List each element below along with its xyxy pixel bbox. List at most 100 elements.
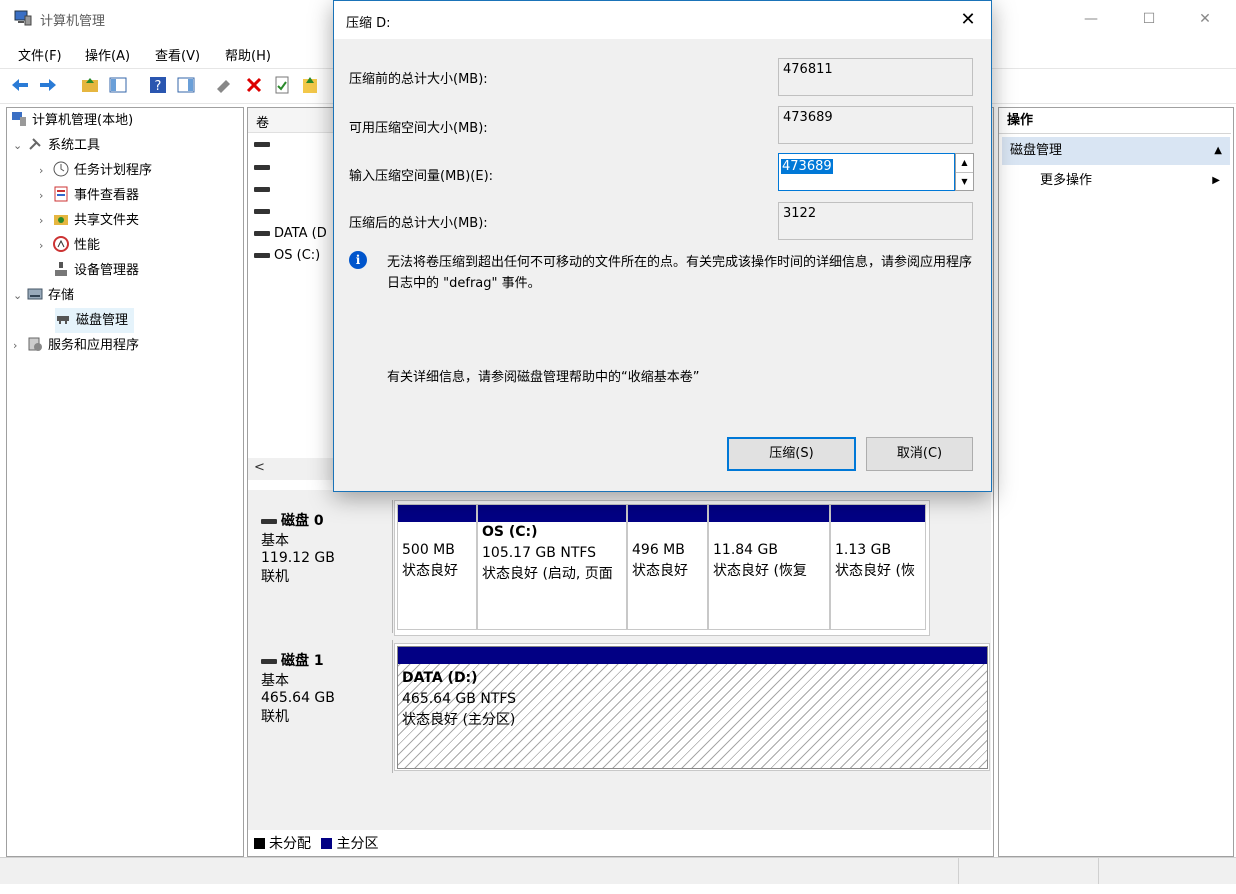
volume-row[interactable] xyxy=(254,182,274,197)
disk-size: 119.12 GB xyxy=(261,550,335,566)
disk-title: 磁盘 1 xyxy=(261,650,392,670)
volume-row[interactable]: OS (C:) xyxy=(254,248,320,263)
shrink-amount-input[interactable]: 473689 xyxy=(778,153,955,191)
spin-up-icon[interactable]: ▲ xyxy=(956,154,973,173)
menu-action[interactable]: 操作(A) xyxy=(85,45,130,64)
dialog-title: 压缩 D: xyxy=(346,16,391,31)
more-actions-label: 更多操作 xyxy=(1040,173,1093,188)
chevron-down-icon[interactable]: ⌄ xyxy=(13,133,27,158)
disk-management-icon xyxy=(57,316,69,324)
tools-icon xyxy=(29,138,41,150)
export-icon[interactable] xyxy=(300,75,320,95)
menu-file[interactable]: 文件(F) xyxy=(18,45,62,64)
partition-title: DATA (D:) xyxy=(402,670,478,686)
tree-item-root[interactable]: 计算机管理(本地) xyxy=(11,108,133,133)
dialog-close-button[interactable]: ✕ xyxy=(953,6,983,34)
volume-row[interactable] xyxy=(254,160,274,175)
volume-name: DATA (D xyxy=(274,226,327,241)
partition-block[interactable]: 496 MB 状态良好 xyxy=(627,504,708,630)
chevron-right-icon[interactable]: › xyxy=(39,183,53,208)
shared-folder-icon xyxy=(54,215,68,225)
total-before-label: 压缩前的总计大小(MB): xyxy=(349,72,488,87)
menu-help[interactable]: 帮助(H) xyxy=(225,45,271,64)
forward-arrow-icon[interactable] xyxy=(38,75,58,95)
total-before-field: 476811 xyxy=(778,58,973,96)
disk-0-label[interactable]: 磁盘 0 基本 119.12 GB 联机 xyxy=(249,500,393,633)
partition-block[interactable]: 11.84 GB 状态良好 (恢复 xyxy=(708,504,830,630)
properties-icon[interactable] xyxy=(272,75,292,95)
partition-size: 496 MB xyxy=(632,542,685,558)
tree-item-task-scheduler[interactable]: › 任务计划程序 xyxy=(39,158,152,183)
partition-bar xyxy=(398,647,987,664)
cancel-button[interactable]: 取消(C) xyxy=(866,437,973,471)
help-icon[interactable]: ? xyxy=(148,75,168,95)
actions-section-disk-management[interactable]: 磁盘管理 ▲ xyxy=(1002,137,1230,165)
disk-name: 磁盘 0 xyxy=(281,513,324,529)
event-viewer-icon xyxy=(54,186,68,202)
chevron-down-icon[interactable]: ⌄ xyxy=(13,283,27,308)
dialog-title-bar: 压缩 D: ✕ xyxy=(334,1,991,39)
disk-name: 磁盘 1 xyxy=(281,653,324,669)
partition-bar xyxy=(831,505,925,522)
more-actions-item[interactable]: 更多操作 ▶ xyxy=(1040,170,1230,192)
chevron-right-icon[interactable]: › xyxy=(39,233,53,258)
tree-item-shared-folders[interactable]: › 共享文件夹 xyxy=(39,208,139,233)
drive-icon xyxy=(254,142,270,147)
partition-block[interactable]: OS (C:) 105.17 GB NTFS 状态良好 (启动, 页面 xyxy=(477,504,627,630)
disk-status: 联机 xyxy=(261,569,289,585)
chevron-right-icon[interactable]: › xyxy=(39,158,53,183)
available-field: 473689 xyxy=(778,106,973,144)
delete-icon[interactable] xyxy=(244,75,264,95)
partition-block[interactable]: 1.13 GB 状态良好 (恢 xyxy=(830,504,926,630)
partition-size: 1.13 GB xyxy=(835,542,892,558)
tree-item-storage[interactable]: ⌄ 存储 xyxy=(13,283,74,308)
legend-unallocated: 未分配 xyxy=(269,836,311,852)
disk-1-partitions: DATA (D:) 465.64 GB NTFS 状态良好 (主分区) xyxy=(394,643,990,771)
close-window-button[interactable]: ✕ xyxy=(1182,5,1228,33)
device-manager-icon xyxy=(55,262,67,276)
show-hide-tree-icon[interactable] xyxy=(108,75,128,95)
partition-block[interactable]: 500 MB 状态良好 xyxy=(397,504,477,630)
up-folder-icon[interactable] xyxy=(80,75,100,95)
spin-down-icon[interactable]: ▼ xyxy=(956,173,973,191)
volume-row[interactable] xyxy=(254,137,274,152)
minimize-button[interactable]: — xyxy=(1068,5,1114,33)
services-icon xyxy=(28,337,42,351)
shrink-amount-spinner[interactable]: ▲ ▼ xyxy=(955,153,974,191)
partition-block-selected[interactable]: DATA (D:) 465.64 GB NTFS 状态良好 (主分区) xyxy=(397,646,988,769)
tree-item-system-tools[interactable]: ⌄ 系统工具 xyxy=(13,133,100,158)
tree-item-device-manager[interactable]: 设备管理器 xyxy=(53,258,139,283)
partition-size: 500 MB xyxy=(402,542,455,558)
volume-row[interactable] xyxy=(254,204,274,219)
disk-icon xyxy=(261,518,277,524)
drive-icon xyxy=(254,165,270,170)
disk-0-partitions: 500 MB 状态良好 OS (C:) 105.17 GB NTFS 状态良好 (启动… xyxy=(394,500,930,636)
partition-state: 状态良好 (主分区) xyxy=(402,712,516,728)
tree-item-services[interactable]: › 服务和应用程序 xyxy=(13,333,139,358)
volume-list-header[interactable]: 卷 xyxy=(248,108,334,133)
partition-bar xyxy=(628,505,707,522)
disk-size: 465.64 GB xyxy=(261,690,335,706)
unallocated-swatch xyxy=(254,838,265,849)
computer-management-icon xyxy=(14,10,32,26)
chevron-right-icon[interactable]: › xyxy=(13,333,27,358)
partition-size: 11.84 GB xyxy=(713,542,778,558)
horizontal-scrollbar[interactable]: < xyxy=(248,458,334,480)
scroll-left-icon[interactable]: < xyxy=(254,460,265,475)
info-message: 无法将卷压缩到超出任何不可移动的文件所在的点。有关完成该操作时间的详细信息，请参… xyxy=(387,255,973,291)
tree-item-performance[interactable]: › 性能 xyxy=(39,233,100,258)
tree-item-disk-management[interactable]: 磁盘管理 xyxy=(55,308,135,333)
shrink-button[interactable]: 压缩(S) xyxy=(727,437,856,471)
volume-row[interactable]: DATA (D xyxy=(254,226,327,241)
drive-icon xyxy=(254,187,270,192)
connect-icon[interactable] xyxy=(214,75,234,95)
collapse-up-icon[interactable]: ▲ xyxy=(1214,137,1222,165)
tree-item-event-viewer[interactable]: › 事件查看器 xyxy=(39,183,139,208)
chevron-right-icon[interactable]: › xyxy=(39,208,53,233)
action-pane-icon[interactable] xyxy=(176,75,196,95)
back-arrow-icon[interactable] xyxy=(10,75,30,95)
disk-status: 联机 xyxy=(261,709,289,725)
menu-view[interactable]: 查看(V) xyxy=(155,45,200,64)
disk-1-label[interactable]: 磁盘 1 基本 465.64 GB 联机 xyxy=(249,640,393,773)
maximize-button[interactable]: ☐ xyxy=(1126,5,1172,33)
